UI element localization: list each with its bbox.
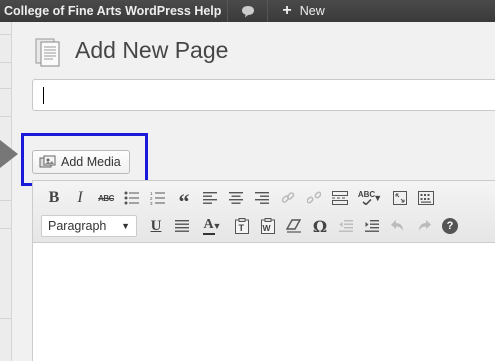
- plus-icon: +: [282, 2, 292, 19]
- redo-icon[interactable]: [411, 215, 437, 237]
- menu-divider: [0, 318, 12, 319]
- numbered-list-icon[interactable]: 123: [145, 187, 171, 209]
- current-menu-arrow-icon: [0, 140, 18, 168]
- strikethrough-icon[interactable]: ABC: [93, 187, 119, 209]
- outdent-icon[interactable]: [333, 215, 359, 237]
- add-media-button[interactable]: Add Media: [32, 150, 130, 174]
- align-justify-icon[interactable]: [169, 215, 195, 237]
- help-button[interactable]: ?: [437, 215, 463, 237]
- title-input[interactable]: [32, 79, 495, 111]
- menu-divider: [0, 34, 12, 35]
- site-name-link[interactable]: College of Fine Arts WordPress Help: [0, 0, 229, 22]
- bold-icon[interactable]: B: [41, 187, 67, 209]
- spellcheck-icon[interactable]: ABC ▼: [353, 187, 387, 209]
- chevron-down-icon: ▼: [121, 221, 130, 231]
- content-editor: B I ABC 123 “ ABC ▼ Paragraph ▼ U A ▼ T …: [32, 180, 495, 361]
- svg-text:T: T: [239, 223, 245, 233]
- unlink-icon[interactable]: [301, 187, 327, 209]
- insert-link-icon[interactable]: [275, 187, 301, 209]
- menu-divider: [0, 62, 12, 63]
- toolbar-row-2: Paragraph ▼ U A ▼ T W Ω ?: [41, 215, 463, 237]
- site-name-label: College of Fine Arts WordPress Help: [4, 4, 222, 18]
- toolbar-toggle-icon[interactable]: [413, 187, 439, 209]
- menu-divider: [0, 200, 12, 201]
- new-label: New: [299, 4, 325, 18]
- indent-icon[interactable]: [359, 215, 385, 237]
- text-caret: [43, 87, 44, 104]
- underline-icon[interactable]: U: [143, 215, 169, 237]
- chevron-down-icon: ▼: [212, 221, 222, 231]
- toolbar-row-1: B I ABC 123 “ ABC ▼: [41, 187, 439, 213]
- italic-icon[interactable]: I: [67, 187, 93, 209]
- undo-icon[interactable]: [385, 215, 411, 237]
- speech-bubble-icon: [241, 5, 254, 17]
- fullscreen-icon[interactable]: [387, 187, 413, 209]
- svg-text:3: 3: [150, 201, 153, 205]
- menu-divider: [0, 116, 12, 117]
- comments-button[interactable]: [228, 0, 269, 22]
- read-more-icon[interactable]: [327, 187, 353, 209]
- format-select-value: Paragraph: [48, 219, 107, 233]
- paste-as-text-icon[interactable]: T: [229, 215, 255, 237]
- paste-from-word-icon[interactable]: W: [255, 215, 281, 237]
- align-right-icon[interactable]: [249, 187, 275, 209]
- admin-menu-edge: [0, 22, 18, 361]
- clear-formatting-icon[interactable]: [281, 215, 307, 237]
- blockquote-icon[interactable]: “: [171, 187, 197, 213]
- menu-divider: [0, 88, 12, 89]
- add-media-label: Add Media: [61, 155, 121, 169]
- pages-icon: [35, 38, 60, 67]
- editor-content-area[interactable]: [33, 244, 495, 361]
- align-center-icon[interactable]: [223, 187, 249, 209]
- align-left-icon[interactable]: [197, 187, 223, 209]
- menu-divider: [0, 228, 12, 229]
- page-title: Add New Page: [75, 37, 229, 63]
- special-character-icon[interactable]: Ω: [307, 215, 333, 237]
- media-icon: [39, 155, 56, 168]
- format-select[interactable]: Paragraph ▼: [41, 215, 137, 237]
- editor-toolbar: B I ABC 123 “ ABC ▼ Paragraph ▼ U A ▼ T …: [33, 181, 495, 243]
- bullet-list-icon[interactable]: [119, 187, 145, 209]
- help-icon: ?: [442, 218, 458, 234]
- chevron-down-icon: ▼: [373, 193, 383, 203]
- new-content-button[interactable]: + New: [268, 0, 332, 22]
- text-color-icon[interactable]: A ▼: [195, 215, 229, 237]
- svg-text:W: W: [263, 223, 272, 233]
- admin-bar: College of Fine Arts WordPress Help + Ne…: [0, 0, 495, 22]
